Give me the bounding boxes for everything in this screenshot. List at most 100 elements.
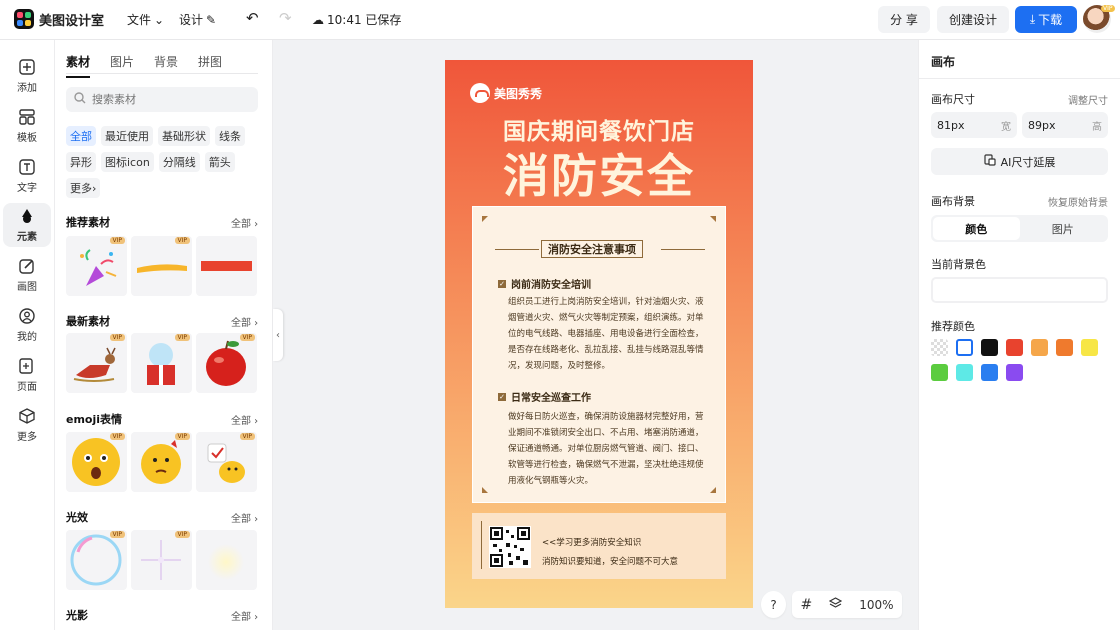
- see-all-link[interactable]: 全部 ›: [231, 314, 258, 329]
- color-swatch[interactable]: [956, 339, 973, 356]
- rail-item-add[interactable]: 添加: [3, 54, 51, 98]
- bg-type-image[interactable]: 图片: [1020, 217, 1107, 240]
- zoom-level[interactable]: 100%: [859, 598, 893, 612]
- color-swatch[interactable]: [1006, 364, 1023, 381]
- rail-label: 模板: [17, 133, 37, 144]
- undo-icon[interactable]: ↶: [246, 9, 259, 27]
- thumb-row: VIP VIP: [66, 530, 257, 590]
- bg-type-color[interactable]: 颜色: [933, 217, 1020, 240]
- app-logo[interactable]: 美图设计室: [14, 9, 104, 29]
- cube-icon: [18, 407, 36, 425]
- collapse-panel-button[interactable]: ‹: [273, 309, 283, 361]
- properties-panel: 画布 画布尺寸 调整尺寸 81px 宽 89px 高 AI尺寸延展 画布背景 恢…: [918, 40, 1120, 630]
- color-swatch[interactable]: [956, 364, 973, 381]
- see-all-label: 全部: [231, 612, 251, 623]
- canvas-toolbar: ? # 100%: [761, 591, 902, 618]
- asset-thumb-red-bar[interactable]: [196, 236, 257, 296]
- asset-thumb-sparkle[interactable]: VIP: [131, 530, 192, 590]
- color-swatch[interactable]: [1081, 339, 1098, 356]
- current-bg-swatch[interactable]: [931, 277, 1108, 303]
- grid-icon[interactable]: #: [800, 597, 812, 613]
- section-title-light-effects: 光效: [66, 511, 88, 524]
- chip-all[interactable]: 全部: [66, 126, 96, 146]
- help-button[interactable]: ?: [761, 591, 786, 618]
- template-icon: [18, 108, 36, 126]
- adjust-size-link[interactable]: 调整尺寸: [1068, 92, 1108, 107]
- share-button[interactable]: 分 享: [878, 6, 930, 33]
- color-swatch[interactable]: [981, 339, 998, 356]
- chip-recent[interactable]: 最近使用: [101, 126, 153, 146]
- ai-extend-button[interactable]: AI尺寸延展: [931, 148, 1108, 175]
- asset-thumb-shocked-emoji[interactable]: VIP: [66, 432, 127, 492]
- asset-thumb-thinking-emoji[interactable]: VIP: [131, 432, 192, 492]
- card-heading: 消防安全注意事项: [541, 240, 643, 258]
- ai-extend-label: AI尺寸延展: [1000, 155, 1056, 169]
- rail-item-pages[interactable]: 页面: [3, 353, 51, 397]
- color-swatch[interactable]: [931, 364, 948, 381]
- chip-icons[interactable]: 图标icon: [101, 152, 154, 172]
- asset-thumb-glow[interactable]: [196, 530, 257, 590]
- vip-badge: VIP: [174, 237, 190, 244]
- create-design-button[interactable]: 创建设计: [937, 6, 1009, 33]
- color-swatch[interactable]: [981, 364, 998, 381]
- rail-item-template[interactable]: 模板: [3, 104, 51, 148]
- rail-item-draw[interactable]: 画图: [3, 253, 51, 297]
- card-section2-title: ✓ 日常安全巡查工作: [498, 389, 591, 404]
- heading-rule: [661, 249, 705, 250]
- vip-badge: VIP: [174, 433, 190, 440]
- layers-icon[interactable]: [828, 596, 843, 613]
- search-input[interactable]: [92, 93, 242, 106]
- poster-brand-text: 美图秀秀: [494, 86, 543, 101]
- tab-backgrounds[interactable]: 背景: [154, 53, 178, 78]
- tab-divider: [66, 73, 258, 74]
- rail-item-more[interactable]: 更多: [3, 403, 51, 447]
- color-swatch[interactable]: [931, 339, 948, 356]
- redo-icon[interactable]: ↷: [279, 9, 292, 27]
- rail-item-mine[interactable]: 我的: [3, 303, 51, 347]
- chip-arrows[interactable]: 箭头: [204, 152, 235, 172]
- design-canvas[interactable]: 美图秀秀 国庆期间餐饮门店 消防安全 消防安全注意事项 ✓ 岗前消防安全培训 组…: [445, 60, 753, 608]
- chip-lines[interactable]: 线条: [215, 126, 245, 146]
- asset-thumb-chick-checkmark[interactable]: VIP: [196, 432, 257, 492]
- chip-more[interactable]: 更多 ›: [66, 178, 101, 198]
- height-value: 89px: [1028, 118, 1056, 132]
- chip-irregular[interactable]: 异形: [66, 152, 96, 172]
- asset-panel: 素材 图片 背景 拼图 全部 最近使用 基础形状 线条 异形 图标icon 分隔…: [55, 40, 273, 630]
- search-box[interactable]: [66, 87, 258, 112]
- see-all-link[interactable]: 全部 ›: [231, 608, 258, 623]
- color-swatch[interactable]: [1006, 339, 1023, 356]
- width-unit: 宽: [1001, 121, 1011, 133]
- width-field[interactable]: 81px 宽: [931, 112, 1017, 138]
- download-button[interactable]: ⤓ 下载: [1015, 6, 1077, 33]
- card-corner: [710, 216, 716, 222]
- height-field[interactable]: 89px 高: [1022, 112, 1108, 138]
- chip-dividers[interactable]: 分隔线: [158, 152, 200, 172]
- color-swatch[interactable]: [1031, 339, 1048, 356]
- thumb-row: VIP VIP: [66, 236, 257, 296]
- tab-images[interactable]: 图片: [110, 53, 134, 78]
- asset-thumb-sleigh[interactable]: VIP: [66, 333, 127, 393]
- see-all-link[interactable]: 全部 ›: [231, 215, 258, 230]
- asset-thumb-gift-snowglobe[interactable]: VIP: [131, 333, 192, 393]
- see-all-link[interactable]: 全部 ›: [231, 412, 258, 427]
- color-swatch[interactable]: [1056, 339, 1073, 356]
- chip-basic-shapes[interactable]: 基础形状: [158, 126, 210, 146]
- asset-thumb-party-popper[interactable]: VIP: [66, 236, 127, 296]
- vip-badge: VIP: [174, 531, 190, 538]
- asset-thumb-brush-stroke[interactable]: VIP: [131, 236, 192, 296]
- chevron-right-icon: ›: [92, 181, 97, 195]
- edit-icon: ✎: [206, 12, 217, 27]
- qr-code-icon: [489, 526, 531, 568]
- tab-materials[interactable]: 素材: [66, 53, 91, 78]
- rail-item-text[interactable]: 文字: [3, 154, 51, 198]
- asset-thumb-apple[interactable]: VIP: [196, 333, 257, 393]
- asset-thumb-bubble[interactable]: VIP: [66, 530, 127, 590]
- design-menu[interactable]: 设计 ✎: [179, 11, 216, 28]
- rail-item-elements[interactable]: 元素: [3, 203, 51, 247]
- qr-caption-1: <<学习更多消防安全知识: [542, 538, 642, 548]
- see-all-link[interactable]: 全部 ›: [231, 510, 258, 525]
- file-menu[interactable]: 文件 ⌄: [127, 11, 164, 28]
- restore-bg-link[interactable]: 恢复原始背景: [1048, 194, 1108, 209]
- vip-badge: VIP: [239, 334, 255, 341]
- tab-collage[interactable]: 拼图: [198, 53, 222, 78]
